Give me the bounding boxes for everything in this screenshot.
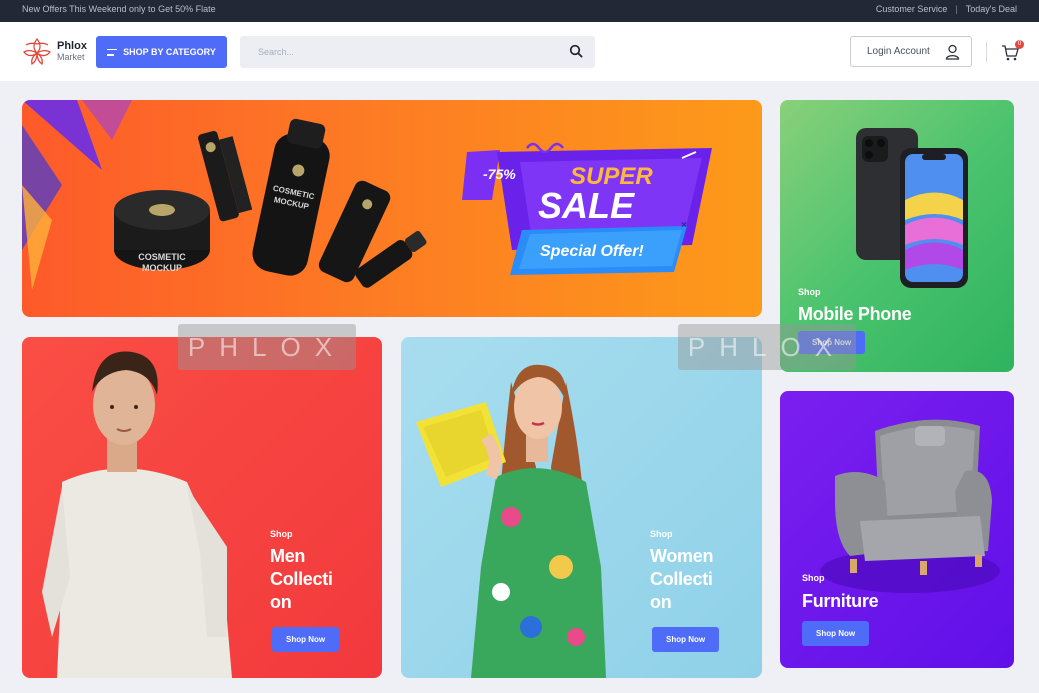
furniture-shop-now-button[interactable]: Shop Now: [802, 621, 870, 646]
svg-text:SALE: SALE: [538, 185, 635, 226]
hero-banner[interactable]: COSMETIC MOCKUP COSMETIC MOCKUP × -75% S…: [22, 100, 762, 317]
furniture-card[interactable]: Shop Furniture Shop Now: [780, 391, 1014, 668]
women-title-line-3: on: [650, 592, 672, 612]
svg-text:-75%: -75%: [483, 166, 516, 182]
super-sale-badge: × -75% SUPER SALE Special Offer!: [462, 142, 712, 275]
logo-sub: Market: [57, 51, 85, 62]
women-title: Women Collecti on: [650, 545, 713, 614]
women-title-line-2: Collecti: [650, 569, 713, 589]
search-input[interactable]: [240, 36, 595, 68]
site-header: Phlox Market SHOP BY CATEGORY Login Acco…: [0, 22, 1039, 81]
cart-count-badge: 0: [1015, 40, 1024, 49]
svg-text:MOCKUP: MOCKUP: [142, 263, 182, 273]
login-account-button[interactable]: Login Account: [850, 36, 972, 67]
men-shop-now-button[interactable]: Shop Now: [272, 627, 340, 652]
lotus-logo-icon: [23, 37, 51, 66]
men-title-line-2: Collecti: [270, 569, 333, 589]
customer-service-link[interactable]: Customer Service: [876, 4, 948, 14]
men-title: Men Collecti on: [270, 545, 333, 614]
logo[interactable]: Phlox Market: [22, 36, 87, 66]
women-kicker: Shop: [650, 529, 673, 539]
mobile-kicker: Shop: [798, 287, 821, 297]
men-title-line-3: on: [270, 592, 292, 612]
top-links-separator: |: [955, 4, 958, 14]
top-bar: New Offers This Weekend only to Get 50% …: [0, 0, 1039, 22]
women-collection-card[interactable]: Shop Women Collecti on Shop Now: [401, 337, 762, 678]
svg-text:COSMETIC: COSMETIC: [138, 252, 186, 262]
furniture-title: Furniture: [802, 591, 879, 611]
women-title-line-1: Women: [650, 546, 714, 566]
menu-icon: [107, 48, 118, 56]
men-collection-card[interactable]: Shop Men Collecti on Shop Now: [22, 337, 382, 678]
logo-name: Phlox: [57, 39, 87, 52]
women-shop-now-button[interactable]: Shop Now: [652, 627, 720, 652]
furniture-kicker: Shop: [802, 573, 825, 583]
men-title-line-1: Men: [270, 546, 306, 566]
svg-text:×: ×: [681, 220, 687, 231]
search-icon[interactable]: [569, 44, 583, 58]
watermark-text-left: PHLOX: [178, 324, 356, 370]
shop-by-category-button[interactable]: SHOP BY CATEGORY: [96, 36, 227, 68]
hero-illustration: COSMETIC MOCKUP COSMETIC MOCKUP × -75% S…: [22, 100, 712, 290]
user-icon: [945, 44, 960, 60]
todays-deal-link[interactable]: Today's Deal: [966, 4, 1017, 14]
promo-text: New Offers This Weekend only to Get 50% …: [22, 4, 216, 14]
cosmetic-jar-icon: COSMETIC MOCKUP: [114, 190, 210, 273]
men-kicker: Shop: [270, 529, 293, 539]
svg-text:Special Offer!: Special Offer!: [540, 243, 644, 260]
category-button-label: SHOP BY CATEGORY: [123, 47, 216, 57]
header-divider: [986, 42, 987, 62]
top-links: Customer Service | Today's Deal: [876, 4, 1017, 14]
mobile-title: Mobile Phone: [798, 304, 912, 324]
login-label: Login Account: [867, 46, 930, 57]
watermark-text-right: PHLOX: [678, 324, 856, 370]
